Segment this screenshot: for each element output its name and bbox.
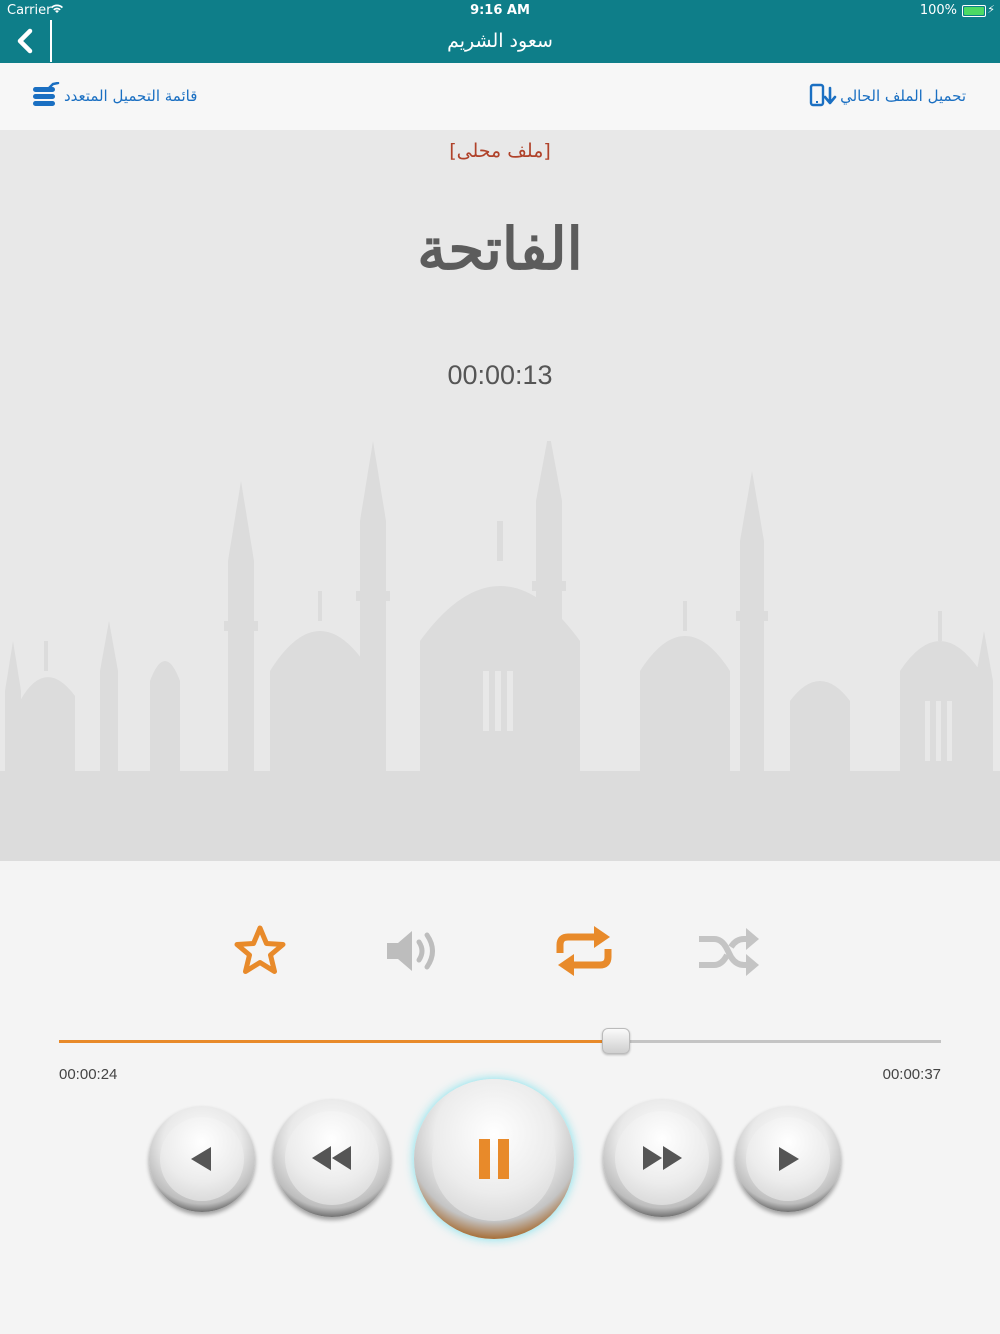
battery-icon: [962, 5, 986, 17]
stack-list-icon: [33, 82, 60, 106]
elapsed-time: 00:00:13: [447, 360, 553, 390]
volume-icon: [387, 931, 435, 971]
next-icon: [779, 1147, 799, 1171]
time-label-right: 00:00:37: [882, 1066, 941, 1083]
pause-button[interactable]: [414, 1079, 574, 1239]
multi-download-label: قائمة التحميل المتعدد: [64, 87, 198, 105]
download-current-file-button[interactable]: تحميل الملف الحالي: [809, 81, 966, 111]
navigation-bar: Carrier 9:16 AM 100% ⚡ سعود الشريم: [0, 0, 1000, 63]
rewind-button[interactable]: [273, 1099, 391, 1217]
charging-icon: ⚡: [987, 3, 995, 16]
status-time: 9:16 AM: [470, 3, 530, 18]
download-current-label: تحميل الملف الحالي: [840, 87, 966, 105]
battery-percent: 100%: [919, 3, 957, 18]
repeat-icon: [556, 926, 612, 976]
pause-icon: [479, 1139, 509, 1179]
download-toolbar: قائمة التحميل المتعدد تحميل الملف الحالي: [0, 63, 1000, 130]
shuffle-icon: [699, 928, 759, 976]
mosque-skyline-image: [0, 441, 1000, 861]
previous-button[interactable]: [149, 1106, 255, 1212]
shuffle-button[interactable]: [696, 923, 762, 983]
fast-forward-icon: [643, 1146, 682, 1170]
repeat-button[interactable]: [552, 921, 616, 985]
local-file-tag: [ملف محلى]: [449, 140, 551, 162]
volume-button[interactable]: [384, 923, 444, 983]
time-label-left: 00:00:24: [59, 1066, 118, 1083]
star-icon: [234, 925, 286, 974]
previous-icon: [191, 1147, 211, 1171]
progress-fill: [59, 1040, 615, 1043]
now-playing-panel: [ملف محلى] الفاتحة 00:00:13: [0, 130, 1000, 861]
multi-download-list-button[interactable]: قائمة التحميل المتعدد: [32, 81, 197, 111]
fast-forward-button[interactable]: [603, 1099, 721, 1217]
progress-slider[interactable]: [59, 1028, 941, 1054]
page-title: سعود الشريم: [447, 30, 553, 52]
favorite-button[interactable]: [232, 923, 288, 983]
status-bar: Carrier 9:16 AM 100% ⚡: [0, 0, 1000, 20]
player-controls: 00:00:24 00:00:37: [0, 861, 1000, 1334]
rewind-icon: [312, 1146, 351, 1170]
next-button[interactable]: [735, 1106, 841, 1212]
surah-title: الفاتحة: [417, 215, 583, 283]
progress-thumb[interactable]: [601, 1028, 630, 1054]
phone-download-icon: [809, 83, 837, 107]
